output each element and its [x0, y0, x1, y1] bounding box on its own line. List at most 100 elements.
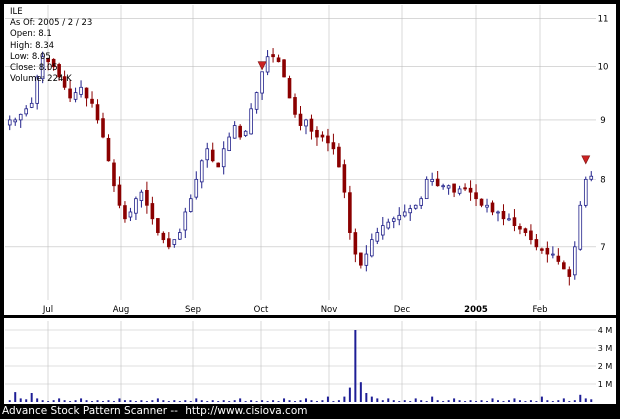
- volume-bar: [74, 400, 77, 402]
- x-tick-label: 2005: [464, 305, 488, 315]
- open-price: Open: 8.1: [10, 29, 52, 40]
- candle-body: [435, 178, 440, 187]
- volume-bar: [370, 396, 373, 402]
- website-link[interactable]: http://www.cisiova.com: [185, 405, 307, 417]
- candle-body: [320, 134, 325, 138]
- low-price: Low: 8.05: [10, 51, 51, 62]
- volume-bar: [189, 401, 192, 402]
- candle-body: [199, 160, 204, 183]
- volume-bar: [222, 400, 225, 402]
- candle-body: [13, 119, 18, 123]
- volume-bar: [359, 382, 362, 402]
- candle-body: [101, 118, 105, 138]
- candle-body: [457, 188, 462, 194]
- volume-bar: [321, 400, 324, 402]
- volume-bar: [398, 401, 401, 402]
- y-tick-label: 10: [598, 63, 609, 73]
- volume-bar: [337, 400, 340, 402]
- volume-bar: [540, 396, 543, 402]
- volume-bar: [332, 401, 335, 402]
- volume-bar: [134, 401, 137, 402]
- candle-body: [287, 78, 292, 99]
- volume-bar: [91, 401, 94, 402]
- volume-bar: [14, 392, 17, 402]
- candle-body: [441, 185, 445, 188]
- volume-bar: [436, 400, 439, 402]
- candle-body: [413, 204, 418, 209]
- candle-body: [293, 97, 297, 115]
- candle-body: [353, 232, 358, 255]
- volume-bar: [535, 401, 538, 402]
- volume-bar: [551, 401, 554, 402]
- volume-bar: [442, 401, 445, 402]
- candle-body: [562, 262, 566, 270]
- volume-bar: [376, 398, 379, 402]
- candle-body: [112, 162, 116, 187]
- volume-bar: [310, 400, 313, 402]
- x-tick-label: Dec: [394, 305, 411, 315]
- volume-bar: [151, 400, 154, 402]
- volume-bar: [206, 401, 209, 402]
- volume-bar: [546, 400, 549, 402]
- volume-bar: [47, 401, 50, 402]
- volume-bar: [304, 398, 307, 402]
- candle-body: [337, 146, 341, 168]
- volume-bar: [425, 401, 428, 402]
- candle-body: [359, 252, 363, 266]
- volume-bar: [403, 400, 406, 402]
- volume-bar: [233, 400, 236, 402]
- candle-body: [518, 226, 522, 230]
- volume-bar: [409, 401, 412, 402]
- candle-body: [309, 118, 314, 132]
- volume-bar: [129, 400, 132, 402]
- candle-body: [326, 135, 330, 144]
- candle-body: [178, 232, 182, 240]
- as-of-date: As Of: 2005 / 2 / 23: [10, 18, 93, 29]
- candle-body: [386, 221, 391, 229]
- volume-bar: [217, 401, 220, 402]
- candle-body: [567, 269, 572, 277]
- volume-bar: [464, 401, 467, 402]
- candle-body: [260, 71, 264, 94]
- candle-body: [282, 59, 286, 78]
- candle-body: [540, 248, 544, 251]
- app-name: Advance Stock Pattern Scanner --: [2, 405, 178, 417]
- volume-bar: [52, 400, 55, 402]
- candle-body: [534, 239, 539, 248]
- volume-bar: [299, 400, 302, 402]
- candle-body: [342, 164, 347, 193]
- candle-body: [227, 136, 231, 152]
- volume-bar: [392, 400, 395, 402]
- volume-bar: [283, 398, 286, 402]
- volume-bar: [431, 396, 434, 402]
- candle-body: [128, 211, 133, 218]
- volume-bar: [496, 400, 499, 402]
- candle-body: [183, 211, 188, 231]
- volume-bar: [518, 400, 521, 402]
- candle-body: [419, 198, 423, 206]
- candle-body: [364, 253, 369, 266]
- x-tick-label: Jul: [42, 305, 53, 315]
- candle-body: [474, 192, 478, 200]
- candle-body: [18, 113, 23, 121]
- candle-body: [529, 230, 533, 241]
- volume-bar: [288, 400, 291, 402]
- candle-body: [117, 184, 122, 206]
- candle-body: [243, 130, 248, 136]
- volume-bar: [315, 401, 318, 402]
- candle-body: [210, 149, 215, 162]
- candle-body: [298, 113, 303, 126]
- volume-bar: [453, 398, 456, 402]
- candle-body: [123, 205, 127, 220]
- volume-bar: [266, 401, 269, 402]
- volume-bar: [277, 401, 280, 402]
- candle-body: [172, 239, 177, 245]
- candle-body: [512, 217, 517, 227]
- volume-bar: [502, 401, 505, 402]
- volume-bar: [343, 396, 346, 402]
- candle-body: [397, 214, 402, 221]
- candle-body: [446, 185, 451, 189]
- candle-body: [523, 228, 528, 233]
- candle-body: [249, 108, 253, 135]
- volume-bar: [156, 398, 159, 402]
